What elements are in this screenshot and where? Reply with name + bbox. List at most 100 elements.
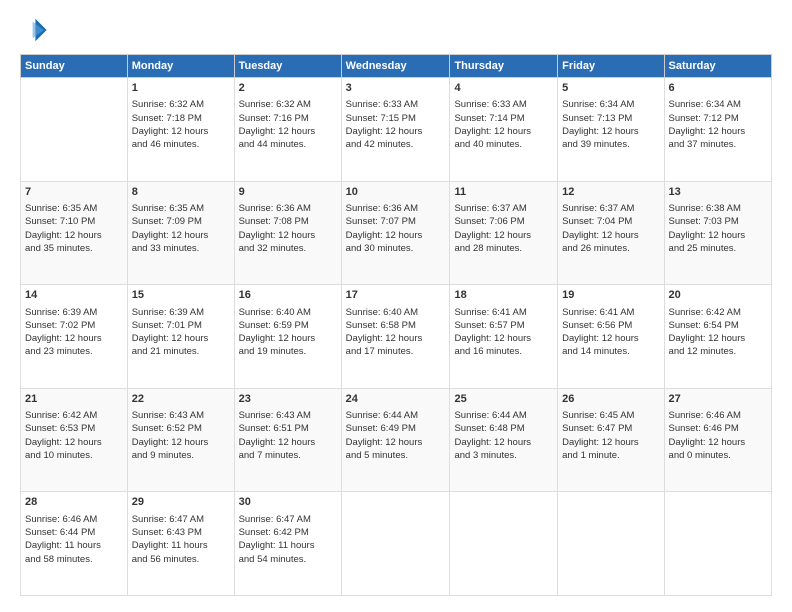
day-info-line: Daylight: 12 hours [239, 332, 337, 345]
day-info-line: Sunrise: 6:46 AM [669, 409, 767, 422]
day-info-line: and 19 minutes. [239, 345, 337, 358]
day-number: 2 [239, 81, 337, 96]
day-info-line: Sunset: 6:52 PM [132, 422, 230, 435]
day-info-line: and 30 minutes. [346, 242, 446, 255]
day-info-line: Sunrise: 6:37 AM [454, 202, 553, 215]
day-info-line: Daylight: 12 hours [562, 332, 659, 345]
day-info-line: Sunset: 6:58 PM [346, 319, 446, 332]
day-number: 30 [239, 495, 337, 510]
day-info-line: Sunrise: 6:44 AM [454, 409, 553, 422]
day-info-line: Daylight: 12 hours [346, 229, 446, 242]
day-info-line: and 35 minutes. [25, 242, 123, 255]
day-number: 8 [132, 185, 230, 200]
day-info-line: Sunrise: 6:47 AM [132, 513, 230, 526]
day-info-line: Sunset: 7:04 PM [562, 215, 659, 228]
calendar-week-row: 21Sunrise: 6:42 AMSunset: 6:53 PMDayligh… [21, 388, 772, 492]
day-info-line: Daylight: 12 hours [346, 436, 446, 449]
day-number: 18 [454, 288, 553, 303]
day-number: 1 [132, 81, 230, 96]
day-info-line: Sunrise: 6:32 AM [239, 98, 337, 111]
calendar-cell: 15Sunrise: 6:39 AMSunset: 7:01 PMDayligh… [127, 285, 234, 389]
calendar-cell: 22Sunrise: 6:43 AMSunset: 6:52 PMDayligh… [127, 388, 234, 492]
day-info-line: Daylight: 11 hours [132, 539, 230, 552]
day-number: 26 [562, 392, 659, 407]
day-info-line: and 0 minutes. [669, 449, 767, 462]
day-info-line: Sunrise: 6:43 AM [239, 409, 337, 422]
day-info-line: Sunrise: 6:41 AM [454, 306, 553, 319]
day-info-line: Daylight: 12 hours [25, 229, 123, 242]
calendar-cell: 17Sunrise: 6:40 AMSunset: 6:58 PMDayligh… [341, 285, 450, 389]
day-info-line: Sunset: 6:47 PM [562, 422, 659, 435]
day-info-line: Sunrise: 6:34 AM [562, 98, 659, 111]
day-info-line: Daylight: 12 hours [562, 436, 659, 449]
day-number: 24 [346, 392, 446, 407]
day-info-line: and 7 minutes. [239, 449, 337, 462]
col-header-sunday: Sunday [21, 55, 128, 78]
day-number: 25 [454, 392, 553, 407]
day-info-line: Daylight: 12 hours [132, 436, 230, 449]
day-info-line: Sunrise: 6:47 AM [239, 513, 337, 526]
day-info-line: Daylight: 12 hours [669, 332, 767, 345]
day-info-line: Daylight: 12 hours [239, 125, 337, 138]
day-info-line: Sunrise: 6:33 AM [346, 98, 446, 111]
day-info-line: Sunset: 7:18 PM [132, 112, 230, 125]
day-info-line: Sunrise: 6:37 AM [562, 202, 659, 215]
day-info-line: and 37 minutes. [669, 138, 767, 151]
day-info-line: and 1 minute. [562, 449, 659, 462]
day-info-line: Sunset: 6:54 PM [669, 319, 767, 332]
calendar-cell: 16Sunrise: 6:40 AMSunset: 6:59 PMDayligh… [234, 285, 341, 389]
day-number: 7 [25, 185, 123, 200]
day-info-line: Daylight: 12 hours [25, 332, 123, 345]
day-info-line: Sunset: 7:07 PM [346, 215, 446, 228]
day-info-line: Sunrise: 6:40 AM [239, 306, 337, 319]
day-number: 20 [669, 288, 767, 303]
day-info-line: and 56 minutes. [132, 553, 230, 566]
day-number: 19 [562, 288, 659, 303]
calendar-cell: 27Sunrise: 6:46 AMSunset: 6:46 PMDayligh… [664, 388, 771, 492]
col-header-thursday: Thursday [450, 55, 558, 78]
day-info-line: Daylight: 12 hours [239, 436, 337, 449]
col-header-friday: Friday [558, 55, 664, 78]
day-info-line: Sunset: 7:01 PM [132, 319, 230, 332]
day-info-line: and 33 minutes. [132, 242, 230, 255]
day-info-line: Sunset: 6:49 PM [346, 422, 446, 435]
day-number: 13 [669, 185, 767, 200]
calendar-week-row: 1 Sunrise: 6:32 AM Sunset: 7:18 PM Daylight… [21, 78, 772, 182]
day-number: 9 [239, 185, 337, 200]
calendar-cell: 5Sunrise: 6:34 AMSunset: 7:13 PMDaylight… [558, 78, 664, 182]
day-info-line: Sunset: 6:42 PM [239, 526, 337, 539]
calendar-cell: 28Sunrise: 6:46 AMSunset: 6:44 PMDayligh… [21, 492, 128, 596]
day-number: 16 [239, 288, 337, 303]
day-info-line: Sunrise: 6:46 AM [25, 513, 123, 526]
day-info-line: and 9 minutes. [132, 449, 230, 462]
day-info-line: Daylight: 12 hours [454, 332, 553, 345]
day-info-line: Sunrise: 6:35 AM [25, 202, 123, 215]
day-number: 23 [239, 392, 337, 407]
day-info-line: Daylight: 12 hours [132, 229, 230, 242]
day-info-line: Sunrise: 6:41 AM [562, 306, 659, 319]
calendar-cell: 23Sunrise: 6:43 AMSunset: 6:51 PMDayligh… [234, 388, 341, 492]
day-info-line: Daylight: 12 hours [132, 332, 230, 345]
day-info-line: Daylight: 12 hours [562, 125, 659, 138]
day-info-line: Daylight: 12 hours [669, 125, 767, 138]
col-header-wednesday: Wednesday [341, 55, 450, 78]
day-info-line: Sunset: 7:10 PM [25, 215, 123, 228]
day-info-line: Sunset: 6:44 PM [25, 526, 123, 539]
calendar-cell: 6Sunrise: 6:34 AMSunset: 7:12 PMDaylight… [664, 78, 771, 182]
day-info-line: Sunrise: 6:36 AM [239, 202, 337, 215]
day-info-line: Sunrise: 6:38 AM [669, 202, 767, 215]
day-info-line: and 10 minutes. [25, 449, 123, 462]
calendar-cell: 20Sunrise: 6:42 AMSunset: 6:54 PMDayligh… [664, 285, 771, 389]
logo [20, 16, 52, 44]
calendar-cell [558, 492, 664, 596]
calendar-week-row: 14Sunrise: 6:39 AMSunset: 7:02 PMDayligh… [21, 285, 772, 389]
day-info-line: Sunrise: 6:34 AM [669, 98, 767, 111]
calendar-cell: 14Sunrise: 6:39 AMSunset: 7:02 PMDayligh… [21, 285, 128, 389]
day-info-line: Sunset: 6:56 PM [562, 319, 659, 332]
day-info-line: Daylight: 12 hours [669, 229, 767, 242]
calendar-cell [341, 492, 450, 596]
day-number: 5 [562, 81, 659, 96]
day-info-line: Sunset: 7:03 PM [669, 215, 767, 228]
calendar-cell [21, 78, 128, 182]
day-info-line: Sunrise: 6:33 AM [454, 98, 553, 111]
